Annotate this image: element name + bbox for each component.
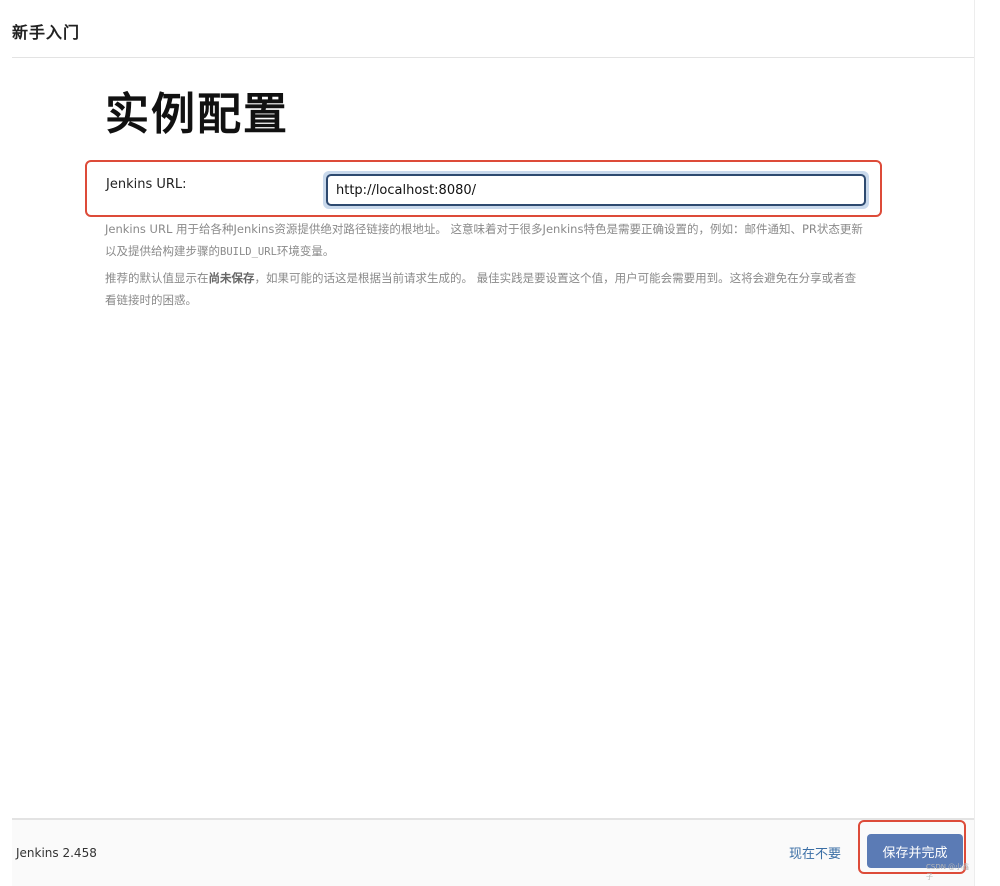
jenkins-url-row-highlight: Jenkins URL: [85, 160, 882, 217]
page-edge [974, 0, 1000, 886]
footer: Jenkins 2.458 现在不要 保存并完成 CSDN @小鑫子 [12, 818, 974, 886]
header: 新手入门 [12, 0, 974, 58]
jenkins-version: Jenkins 2.458 [16, 846, 97, 860]
jenkins-url-focus-ring [323, 171, 869, 209]
help-paragraph-2: 推荐的默认值显示在尚未保存，如果可能的话这是根据当前请求生成的。 最佳实践是要设… [105, 271, 857, 307]
jenkins-url-input[interactable] [326, 174, 866, 206]
help-paragraph-1: Jenkins URL 用于给各种Jenkins资源提供绝对路径链接的根地址。 … [105, 222, 863, 258]
page-title: 实例配置 [105, 89, 289, 140]
watermark: CSDN @小鑫子 [926, 863, 970, 881]
skip-link[interactable]: 现在不要 [789, 843, 841, 862]
setup-wizard-page: 新手入门 实例配置 Jenkins URL: Jenkins URL 用于给各种… [0, 0, 1000, 886]
not-saved-emphasis: 尚未保存 [208, 271, 255, 285]
jenkins-url-help: Jenkins URL 用于给各种Jenkins资源提供绝对路径链接的根地址。 … [105, 218, 865, 315]
header-title: 新手入门 [12, 23, 81, 42]
build-url-code: BUILD_URL [220, 246, 277, 258]
jenkins-url-label: Jenkins URL: [106, 177, 187, 192]
